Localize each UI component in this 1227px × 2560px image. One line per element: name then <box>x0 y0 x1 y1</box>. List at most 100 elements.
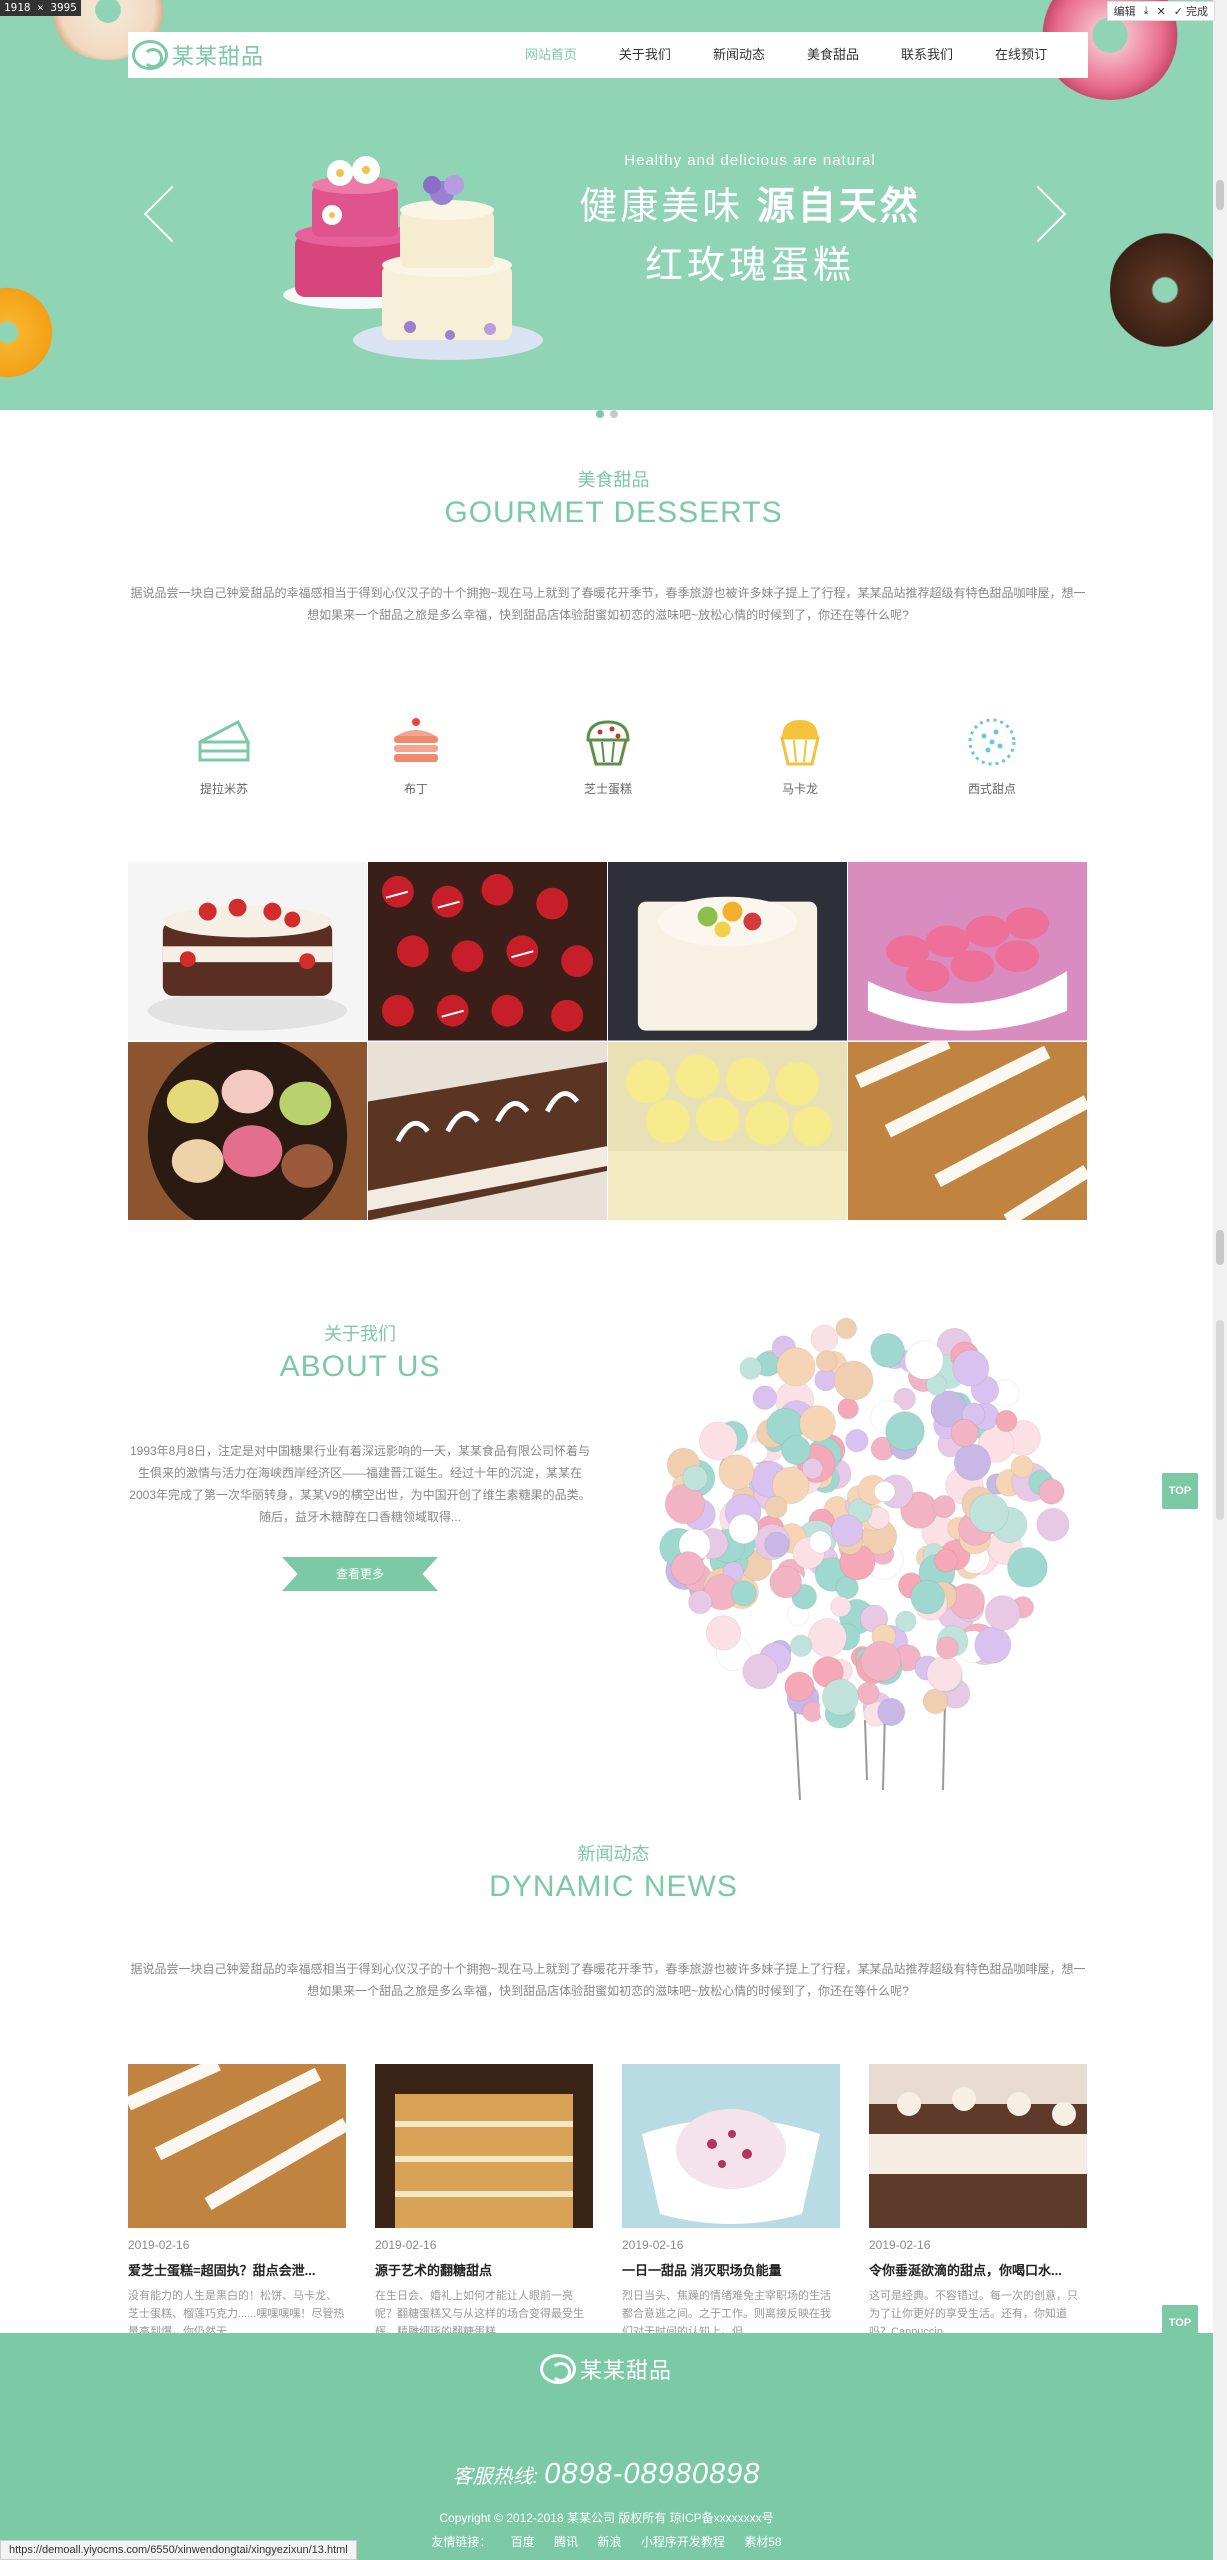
slider-dot-1[interactable] <box>596 410 604 418</box>
cake-slice-icon <box>198 719 251 762</box>
nav-menu: 网站首页 关于我们 新闻动态 美食甜品 联系我们 在线预订 <box>504 32 1068 78</box>
hero-title-right: 源自天然 <box>756 186 921 228</box>
dessert-gallery <box>128 862 1087 1220</box>
chocolate-donut-decoration <box>1110 225 1213 355</box>
rose-cake-image <box>283 156 543 360</box>
scroll-thumb[interactable] <box>1216 180 1224 210</box>
footer-logo-icon <box>540 2354 576 2384</box>
desserts-heading: 美食甜品 GOURMET DESSERTS <box>0 466 1227 530</box>
nav-item[interactable]: 联系我们 <box>880 32 974 78</box>
nav-item[interactable]: 网站首页 <box>504 32 598 78</box>
desserts-title-en: GOURMET DESSERTS <box>444 496 783 529</box>
friend-link[interactable]: 素材58 <box>744 2535 781 2549</box>
scroll-track-region <box>1216 1320 1224 1520</box>
friend-link[interactable]: 百度 <box>511 2535 535 2549</box>
gallery-image-fruit-cream-cake[interactable] <box>608 862 847 1041</box>
category-macaron[interactable]: 马卡龙 <box>740 712 860 797</box>
category-label: 西式甜点 <box>967 782 1016 796</box>
about-title-en: ABOUT US <box>279 1350 441 1383</box>
nav-item[interactable]: 美食甜品 <box>786 32 880 78</box>
hero-title: 健康美味 源自天然 <box>560 175 940 230</box>
balloon-bouquet-image <box>659 1317 1070 1801</box>
news-title-en: DYNAMIC NEWS <box>489 1870 738 1903</box>
news-title[interactable]: 一日一甜品 消灭职场负能量 <box>622 2260 840 2279</box>
top-navigation: 某某甜品 网站首页 关于我们 新闻动态 美食甜品 联系我们 在线预订 <box>128 32 1088 78</box>
gallery-image-macarons[interactable] <box>848 862 1087 1041</box>
friend-link[interactable]: 新浪 <box>598 2535 622 2549</box>
done-label: 完成 <box>1186 6 1208 18</box>
dimension-label: 1918 × 3995 <box>0 0 81 16</box>
macaron-cupcake-icon <box>780 720 820 766</box>
hero-tagline: Healthy and delicious are natural <box>624 152 876 169</box>
category-label: 芝士蛋糕 <box>583 782 632 796</box>
gallery-image-cream-rose-cake[interactable] <box>608 1041 847 1220</box>
hotline-number[interactable]: 0898-08980898 <box>544 2458 760 2490</box>
gallery-image-choc-strawberries[interactable] <box>368 862 607 1041</box>
nav-item[interactable]: 在线预订 <box>974 32 1068 78</box>
footer-logo-text: 某某甜品 <box>580 2358 673 2383</box>
gallery-image-napoleon-cake[interactable] <box>848 1041 1087 1220</box>
about-body: 1993年8月8日，注定是对中国糖果行业有着深远影响的一天，某某食品有限公司怀着… <box>129 1444 591 1524</box>
category-label: 马卡龙 <box>781 782 818 796</box>
logo-icon <box>132 40 168 70</box>
friend-link[interactable]: 小程序开发教程 <box>641 2535 725 2549</box>
footer-hotline: 客服热线: 0898-08980898 <box>0 2458 1213 2491</box>
gallery-image-strawberry-cake[interactable] <box>128 862 367 1041</box>
news-heading: 新闻动态 DYNAMIC NEWS <box>0 1840 1227 1904</box>
scroll-thumb-secondary[interactable] <box>1216 1230 1224 1265</box>
download-icon[interactable]: ⤓ <box>1144 5 1149 18</box>
hotline-label: 客服热线: <box>452 2466 539 2488</box>
slider-dots <box>596 410 618 418</box>
category-cheesecake[interactable]: 芝士蛋糕 <box>548 712 668 797</box>
logo-text: 某某甜品 <box>172 44 265 69</box>
news-card[interactable]: 2019-02-16 源于艺术的翻糖甜点 在生日会、婚礼上如何才能让人眼前一亮呢… <box>375 2064 593 2341</box>
news-card[interactable]: 2019-02-16 令你垂涎欲滴的甜点，你喝口水... 这可是经典。不容错过。… <box>869 2064 1087 2341</box>
news-thumbnail[interactable] <box>375 2064 593 2228</box>
cupcake-icon <box>586 720 630 766</box>
news-title[interactable]: 爱芝士蛋糕=超固执？甜点会泄... <box>128 2260 346 2279</box>
footer-logo[interactable]: 某某甜品 <box>540 2353 672 2385</box>
gallery-image-colored-macarons[interactable] <box>128 1041 367 1220</box>
news-card[interactable]: 2019-02-16 爱芝士蛋糕=超固执？甜点会泄... 没有能力的人生是黑白的… <box>128 2064 346 2341</box>
close-icon[interactable]: ✕ <box>1157 5 1166 18</box>
footer-copyright: Copyright © 2012-2018 某某公司 版权所有 琼ICP备xxx… <box>439 2511 774 2525</box>
page-scrollbar[interactable] <box>1213 0 1227 2560</box>
news-card[interactable]: 2019-02-16 一日一甜品 消灭职场负能量 烈日当头、焦躁的情绪难免主宰职… <box>622 2064 840 2341</box>
news-thumbnail[interactable] <box>622 2064 840 2228</box>
hero-headline: Healthy and delicious are natural 健康美味 源… <box>560 152 940 289</box>
pudding-icon <box>394 718 438 762</box>
hero-subtitle: 红玫瑰蛋糕 <box>644 245 855 287</box>
nav-item[interactable]: 关于我们 <box>598 32 692 78</box>
desserts-description: 据说品尝一块自己钟爱甜品的幸福感相当于得到心仪汉子的十个拥抱~现在马上就到了春暖… <box>130 586 1086 622</box>
hero-banner: 某某甜品 网站首页 关于我们 新闻动态 美食甜品 联系我们 在线预订 Healthy an… <box>0 0 1213 410</box>
next-slide-arrow[interactable] <box>1030 180 1070 244</box>
edit-button[interactable]: 编辑 <box>1114 3 1136 19</box>
news-list: 2019-02-16 爱芝士蛋糕=超固执？甜点会泄... 没有能力的人生是黑白的… <box>128 2064 1087 2341</box>
slider-dot-2[interactable] <box>610 410 618 418</box>
news-thumbnail[interactable] <box>128 2064 346 2228</box>
category-label: 提拉米苏 <box>199 782 248 796</box>
news-date: 2019-02-16 <box>375 2238 437 2252</box>
news-date: 2019-02-16 <box>869 2238 931 2252</box>
site-logo[interactable]: 某某甜品 <box>132 39 264 71</box>
yellow-donut-decoration <box>0 285 55 380</box>
desserts-title-cn: 美食甜品 <box>577 470 650 490</box>
news-title[interactable]: 源于艺术的翻糖甜点 <box>375 2260 593 2279</box>
sprinkle-ball-icon <box>968 718 1016 766</box>
news-thumbnail[interactable] <box>869 2064 1087 2228</box>
back-to-top-button[interactable]: TOP <box>1162 1473 1198 1509</box>
done-button[interactable]: ✓ 完成 <box>1174 3 1208 19</box>
back-to-top-button-secondary[interactable]: TOP <box>1162 2305 1198 2341</box>
view-more-button[interactable]: 查看更多 <box>282 1557 438 1591</box>
gallery-image-chocolate-slice[interactable] <box>368 1041 607 1220</box>
nav-item[interactable]: 新闻动态 <box>692 32 786 78</box>
hero-title-left: 健康美味 <box>579 186 744 228</box>
news-title-cn: 新闻动态 <box>577 1844 650 1864</box>
prev-slide-arrow[interactable] <box>140 180 180 244</box>
friend-link[interactable]: 腾讯 <box>554 2535 578 2549</box>
news-title[interactable]: 令你垂涎欲滴的甜点，你喝口水... <box>869 2260 1087 2279</box>
about-title-cn: 关于我们 <box>324 1324 396 1344</box>
category-pudding[interactable]: 布丁 <box>356 712 476 797</box>
category-western-dessert[interactable]: 西式甜点 <box>932 712 1052 797</box>
category-tiramisu[interactable]: 提拉米苏 <box>164 712 284 797</box>
